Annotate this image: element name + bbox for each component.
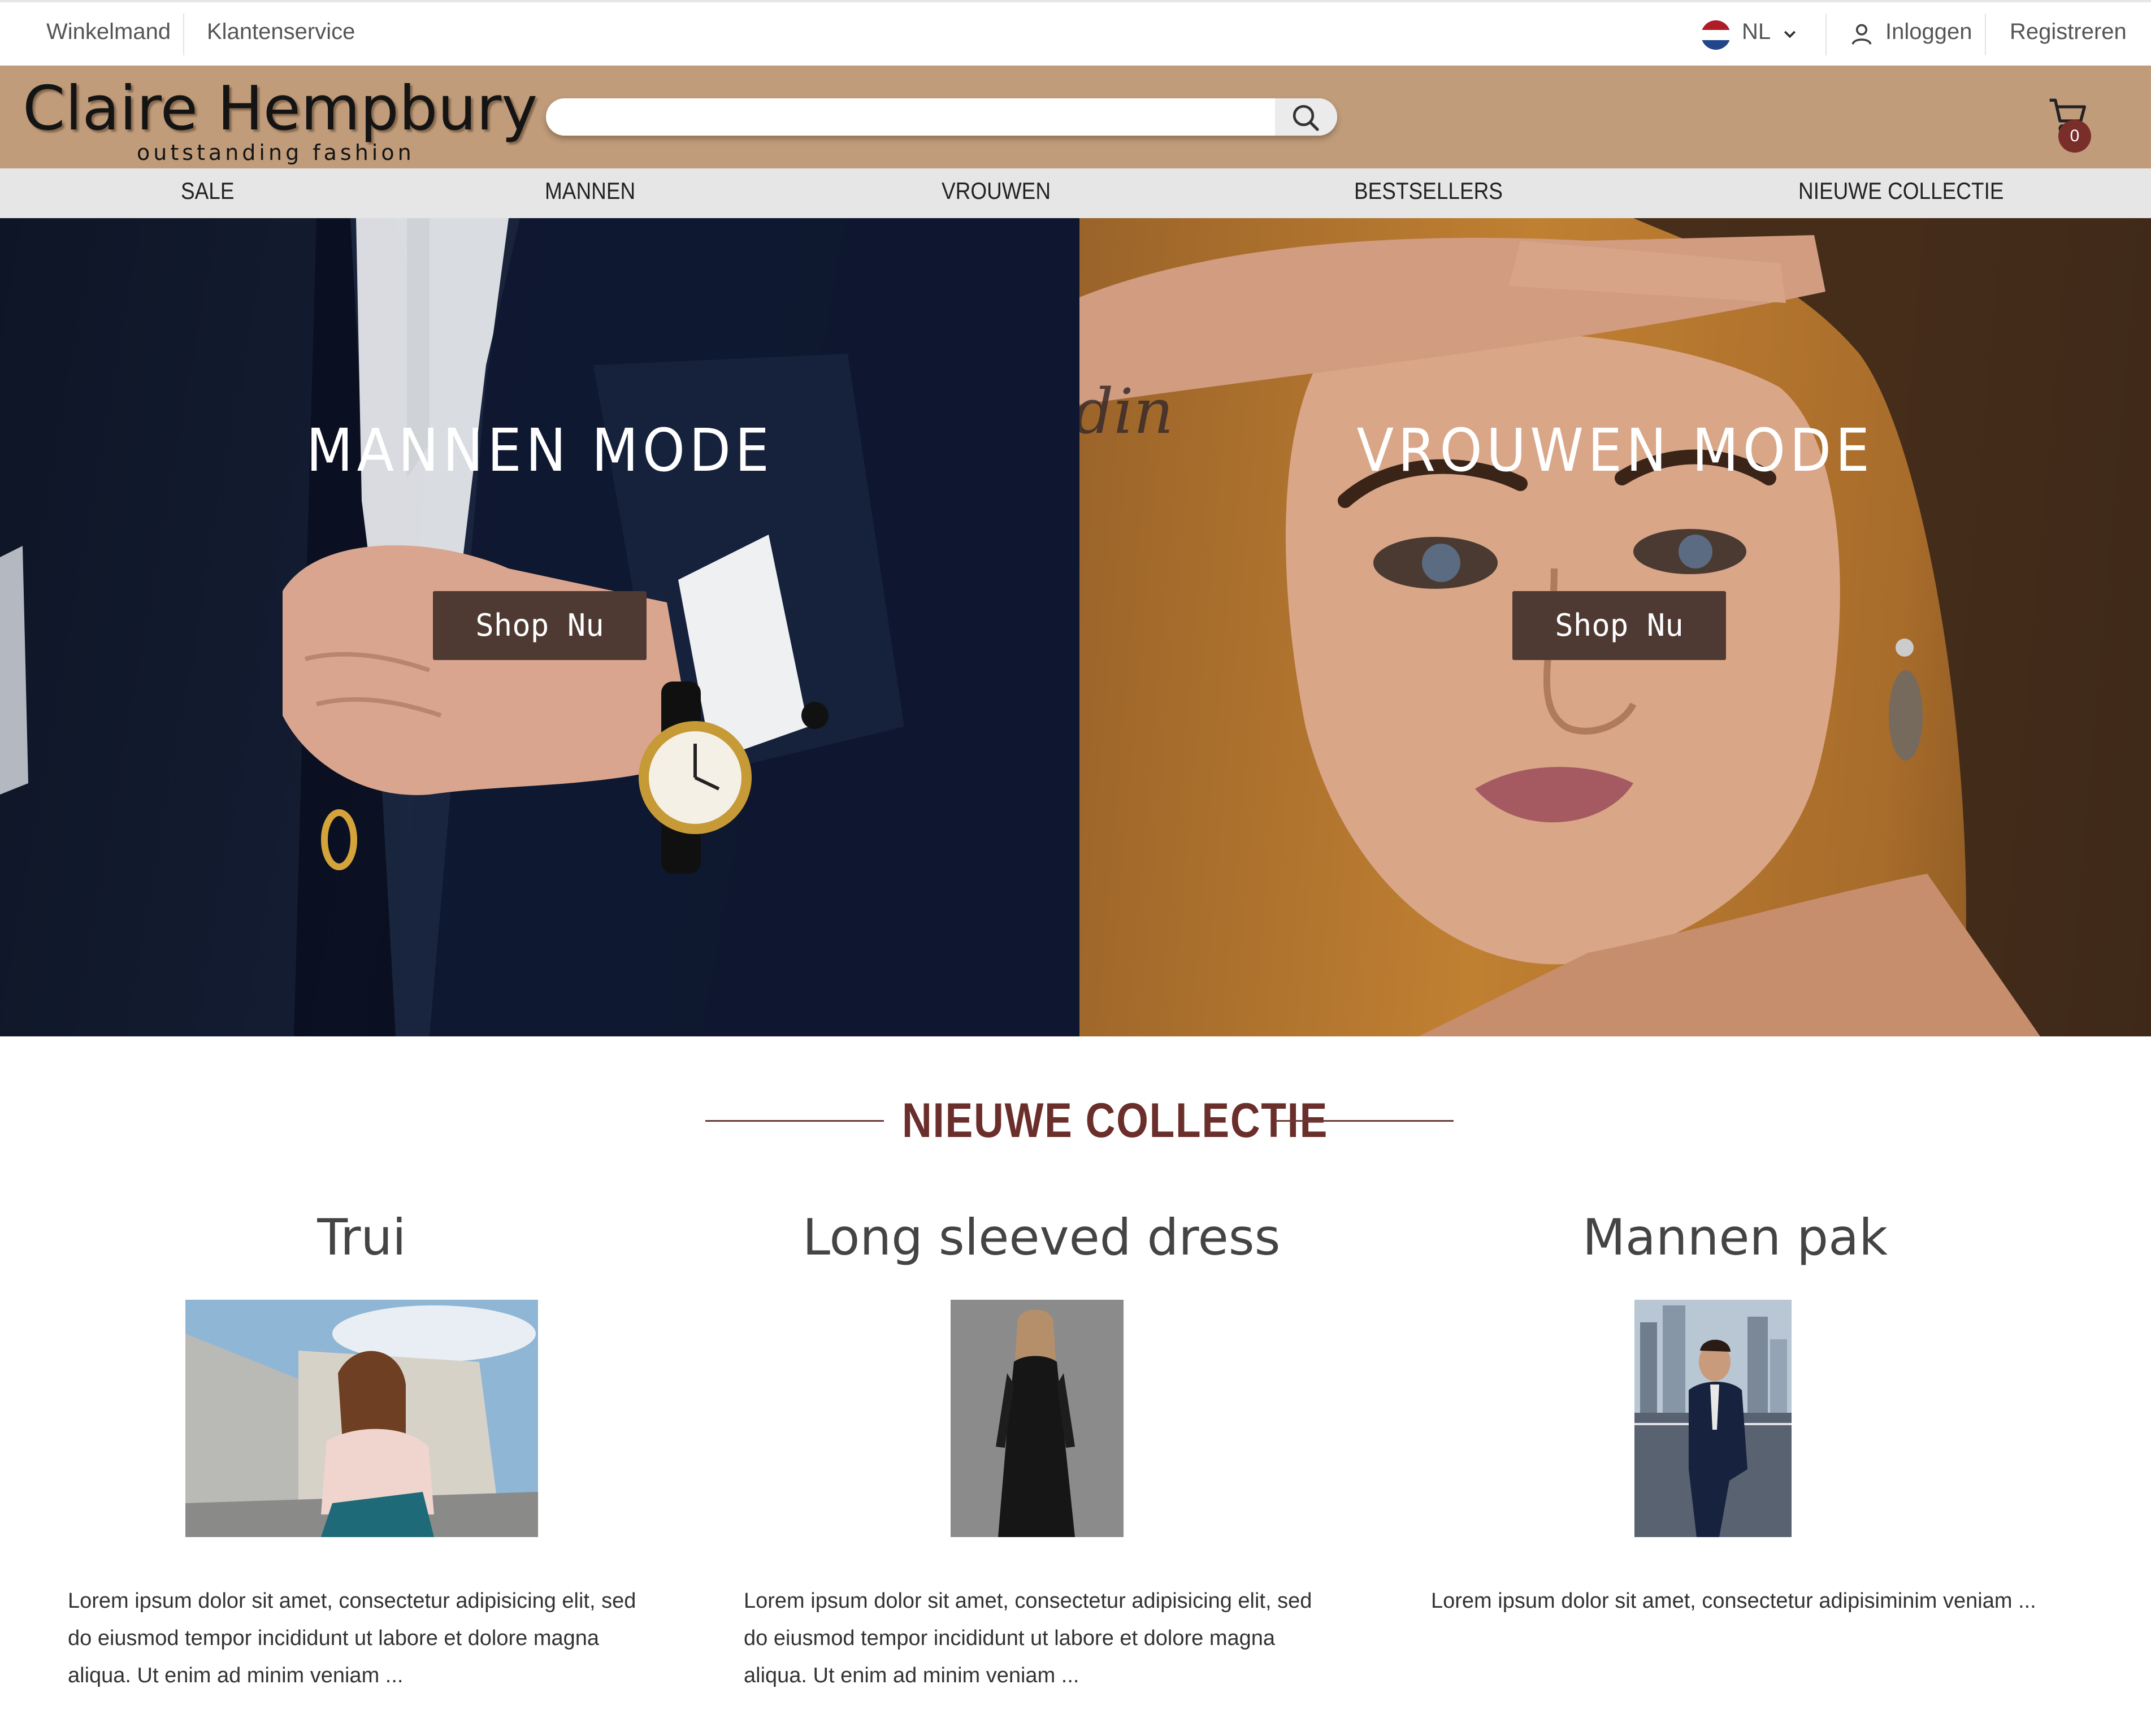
- nav-item-mannen[interactable]: MANNEN: [545, 177, 635, 205]
- product-title[interactable]: Trui: [271, 1208, 452, 1266]
- divider: [1825, 14, 1827, 55]
- nav-item-nieuwe-collectie[interactable]: NIEUWE COLLECTIE: [1798, 177, 2004, 205]
- sweater-photo: [185, 1300, 538, 1537]
- language-selector[interactable]: NL: [1742, 19, 1771, 45]
- product-title[interactable]: Mannen pak: [1582, 1208, 1888, 1266]
- divider: [1985, 14, 1986, 55]
- product-image[interactable]: [185, 1300, 538, 1537]
- collection-heading: NIEUWE COLLECTIE: [0, 1093, 2151, 1149]
- dress-photo: [951, 1300, 1124, 1537]
- cart-count-badge: 0: [2058, 120, 2091, 153]
- login-link[interactable]: Inloggen: [1885, 19, 1972, 45]
- nav-item-bestsellers[interactable]: BESTSELLERS: [1354, 177, 1503, 205]
- customer-service-link[interactable]: Klantenservice: [207, 19, 355, 45]
- section-title: NIEUWE COLLECTIE: [902, 1093, 1329, 1148]
- cart-link[interactable]: Winkelmand: [46, 19, 171, 45]
- header: Claire Hempbury outstanding fashion 0: [0, 66, 2151, 168]
- hero-men-panel: MANNEN MODE Shop Nu: [0, 218, 1079, 1036]
- product-image[interactable]: [1634, 1300, 1792, 1537]
- hero-men-title: MANNEN MODE: [306, 416, 774, 485]
- hero-women-title: VROUWEN MODE: [1356, 416, 1874, 485]
- search-box: [546, 98, 1337, 136]
- mens-suit-photo: [1634, 1300, 1792, 1537]
- hero-women-panel: din VROUWEN MODE Shop Nu: [1079, 218, 2151, 1036]
- shop-women-button[interactable]: Shop Nu: [1512, 591, 1726, 660]
- logo-name: Claire Hempbury: [23, 73, 538, 144]
- heading-rule-right: [1275, 1120, 1454, 1122]
- search-button[interactable]: [1275, 98, 1337, 136]
- product-title[interactable]: Long sleeved dress: [803, 1208, 1281, 1266]
- shop-men-button[interactable]: Shop Nu: [433, 591, 647, 660]
- main-nav: SALE MANNEN VROUWEN BESTSELLERS NIEUWE C…: [0, 168, 2151, 218]
- product-description: Lorem ipsum dolor sit amet, consectetur …: [68, 1589, 636, 1687]
- user-icon: [1851, 24, 1872, 45]
- hero: MANNEN MODE Shop Nu din VROUWEN MODE Sho…: [0, 218, 2151, 1036]
- divider: [183, 14, 184, 55]
- product-image[interactable]: [951, 1300, 1124, 1537]
- search-icon: [1293, 105, 1319, 131]
- chevron-down-icon[interactable]: [1781, 26, 1798, 43]
- netherlands-flag-icon[interactable]: [1701, 20, 1731, 50]
- search-input[interactable]: [546, 98, 1275, 136]
- nav-item-vrouwen[interactable]: VROUWEN: [942, 177, 1051, 205]
- product-description: Lorem ipsum dolor sit amet, consectetur …: [744, 1589, 1312, 1687]
- nav-item-sale[interactable]: SALE: [181, 177, 235, 205]
- product-description: Lorem ipsum dolor sit amet, consectetur …: [1431, 1589, 2036, 1613]
- register-link[interactable]: Registreren: [2010, 19, 2127, 45]
- utility-bar: Winkelmand Klantenservice NL Inloggen Re…: [0, 0, 2151, 66]
- logo-tagline: outstanding fashion: [137, 140, 415, 165]
- logo[interactable]: Claire Hempbury outstanding fashion: [23, 73, 537, 165]
- heading-rule-left: [705, 1120, 884, 1122]
